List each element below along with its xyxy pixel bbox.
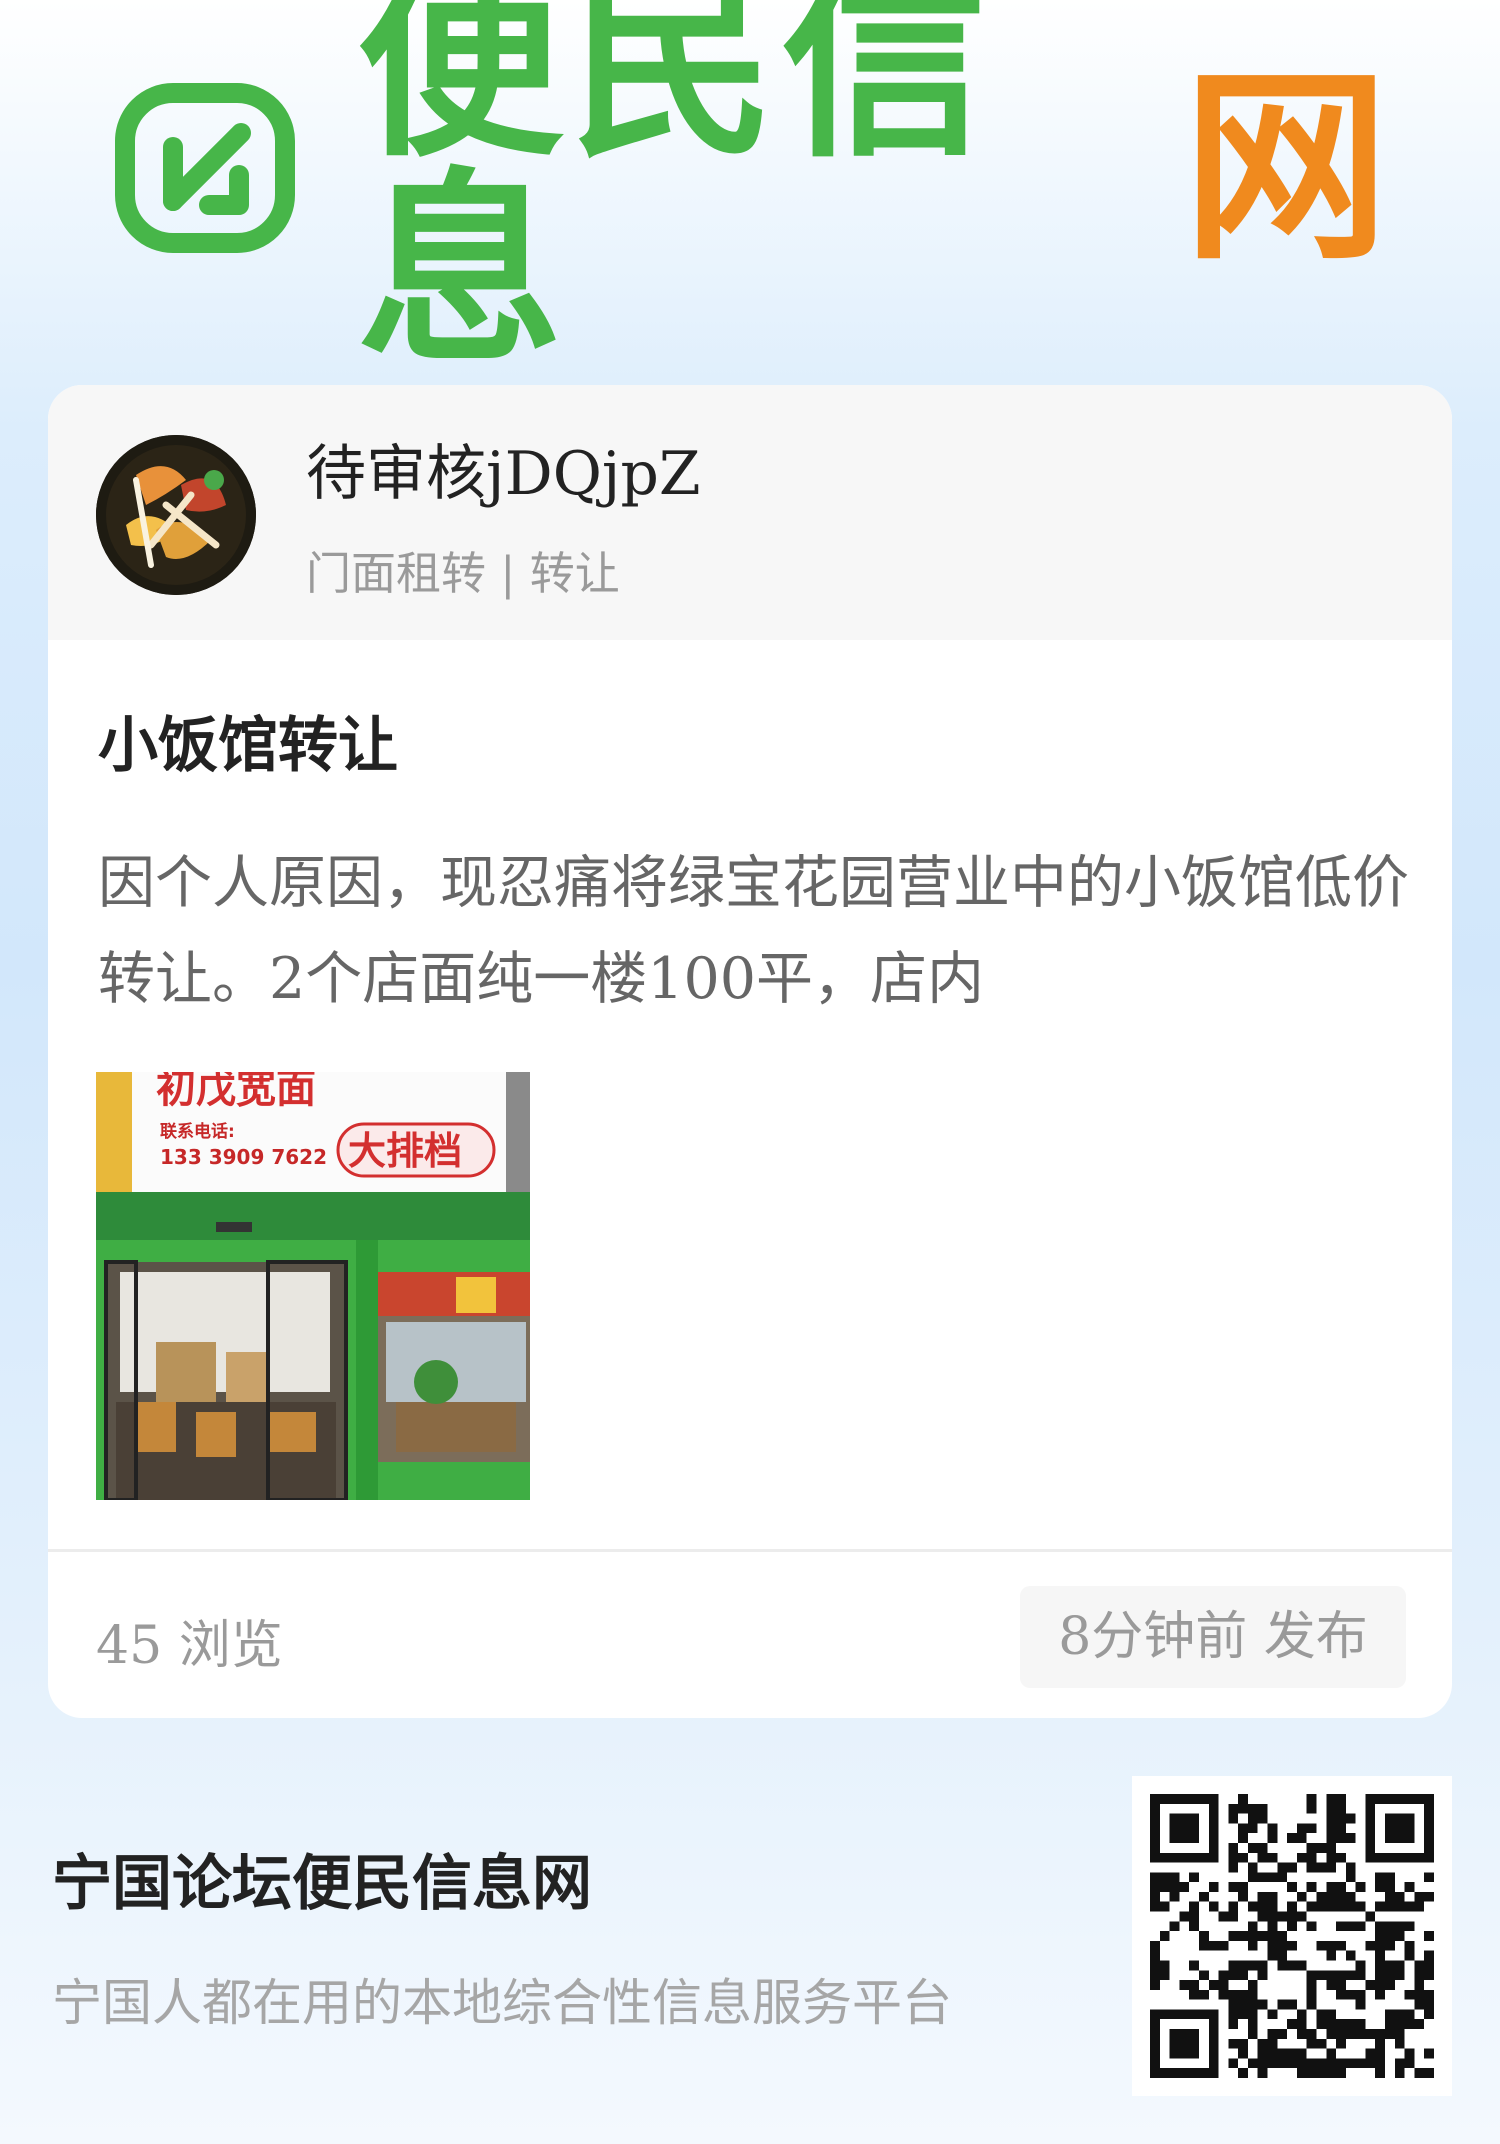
shop-contact-number: 133 3909 7622 — [160, 1145, 327, 1169]
brand-title: 便民信息网 — [357, 0, 1395, 374]
post-header: 待审核jDQjpZ 门面租转 | 转让 — [48, 385, 1452, 640]
card-divider — [48, 1549, 1452, 1552]
qr-code-icon — [1150, 1794, 1434, 2078]
shop-sign-text: 初戊宽面 — [156, 1072, 316, 1112]
post-title[interactable]: 小饭馆转让 — [98, 697, 398, 784]
shop-badge: 大排档 — [348, 1129, 462, 1173]
post-photo[interactable]: 初戊宽面 联系电话: 133 3909 7622 大排档 — [96, 1072, 530, 1500]
publish-time: 8分钟前 发布 — [1020, 1586, 1406, 1688]
brand-logo-icon — [115, 82, 295, 253]
post-body[interactable]: 因个人原因，现忍痛将绿宝花园营业中的小饭馆低价转让。2个店面纯一楼100平，店内 — [98, 835, 1428, 1027]
shop-contact-label: 联系电话: — [160, 1121, 235, 1142]
shop-photo: 初戊宽面 联系电话: 133 3909 7622 大排档 — [96, 1072, 530, 1500]
post-category[interactable]: 门面租转 | 转让 — [306, 537, 620, 602]
avatar-image — [96, 435, 256, 595]
username[interactable]: 待审核jDQjpZ — [306, 425, 701, 512]
brand-title-main: 便民信息 — [357, 0, 994, 391]
post-card[interactable]: 待审核jDQjpZ 门面租转 | 转让 小饭馆转让 因个人原因，现忍痛将绿宝花园… — [48, 385, 1452, 1718]
brand-title-accent: 网 — [1182, 47, 1395, 288]
footer-title: 宁国论坛便民信息网 — [52, 1849, 592, 1919]
view-count: 45 浏览 — [96, 1616, 283, 1676]
avatar[interactable] — [96, 435, 256, 595]
footer-subtitle: 宁国人都在用的本地综合性信息服务平台 — [52, 1974, 952, 2032]
qr-code[interactable] — [1132, 1776, 1452, 2096]
brand-banner: 便民信息网 — [115, 0, 1395, 374]
